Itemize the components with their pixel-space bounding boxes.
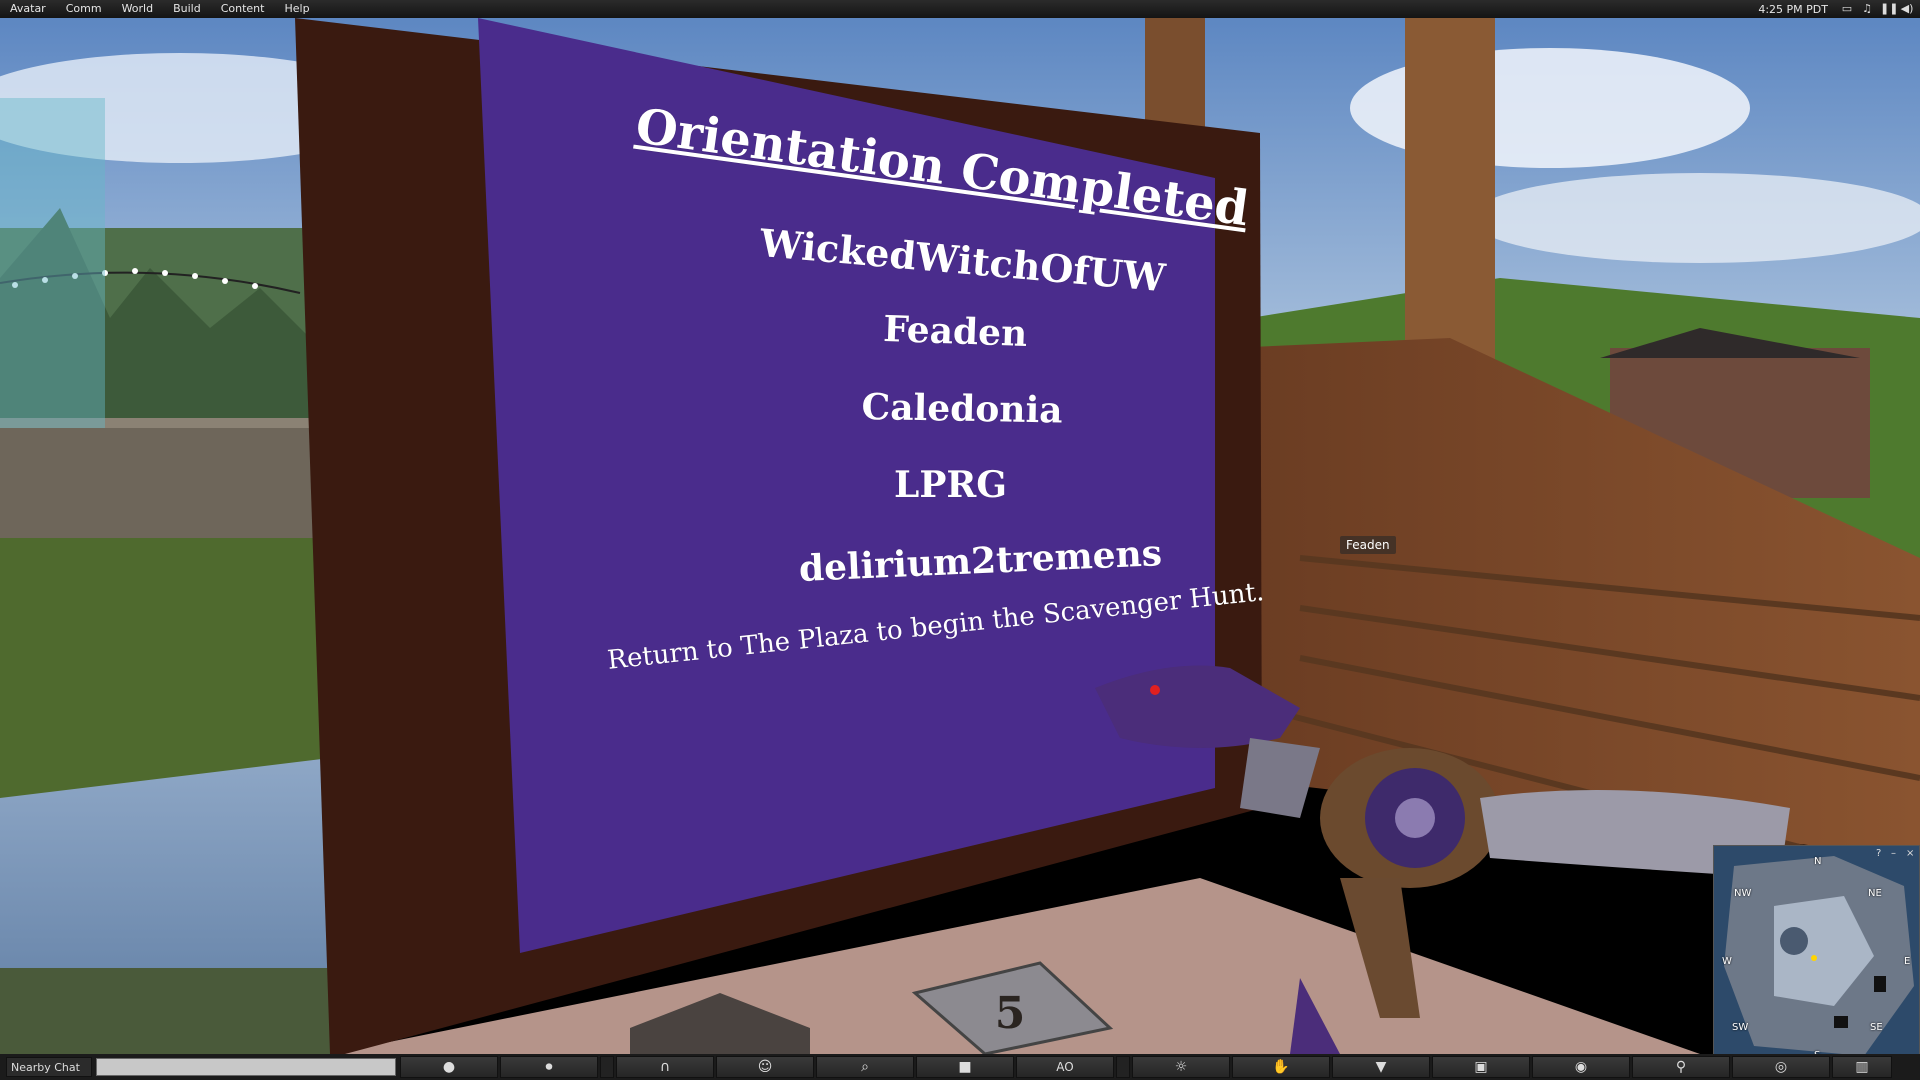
menu-bar: Avatar Comm World Build Content Help 4:2…: [0, 0, 1920, 18]
world-map-button[interactable]: ▥: [1832, 1056, 1892, 1078]
menu-world[interactable]: World: [112, 0, 164, 18]
stone-wall: [0, 418, 330, 548]
compass-ne: NE: [1868, 888, 1882, 899]
minimap-close-icon[interactable]: ×: [1906, 848, 1914, 859]
menu-build[interactable]: Build: [163, 0, 211, 18]
shirt-icon: ▼: [1375, 1059, 1387, 1075]
camera-icon: ■: [958, 1059, 972, 1075]
eye-icon: ◉: [1574, 1059, 1588, 1075]
minimap-help-icon[interactable]: ?: [1876, 848, 1881, 859]
sign-name: Caledonia: [861, 386, 1063, 432]
compass-n: N: [1814, 856, 1822, 867]
ao-button[interactable]: AO: [1016, 1056, 1114, 1078]
speech-bubble-icon: ●: [442, 1059, 456, 1075]
floor-tile-number: 5: [995, 988, 1026, 1039]
ao-label: AO: [1056, 1060, 1074, 1074]
build-icon: ✋: [1272, 1059, 1290, 1075]
radar-icon: ◎: [1774, 1059, 1788, 1075]
search-icon: ⌕: [861, 1059, 869, 1075]
search-button[interactable]: ⌕: [816, 1056, 914, 1078]
people-button[interactable]: ☺: [716, 1056, 814, 1078]
walk-icon: ⚲: [1675, 1059, 1687, 1075]
people-icon: ☺: [757, 1059, 773, 1075]
gestures-button[interactable]: ☼: [1132, 1056, 1230, 1078]
voice-settings-button[interactable]: [600, 1056, 614, 1078]
speak-button[interactable]: ●: [400, 1056, 498, 1078]
monitor-icon[interactable]: ▭: [1840, 3, 1854, 15]
menu-avatar[interactable]: Avatar: [0, 0, 56, 18]
appearance-button[interactable]: ▼: [1332, 1056, 1430, 1078]
menu-comm[interactable]: Comm: [56, 0, 112, 18]
voice-button[interactable]: ⏺: [500, 1056, 598, 1078]
world-viewport[interactable]: 5 Orientation Completed WickedWitchOfUW …: [0, 18, 1920, 1054]
map-icon: ▥: [1855, 1059, 1869, 1075]
pause-icon[interactable]: ❚❚: [1880, 3, 1898, 15]
music-icon[interactable]: ♫: [1860, 3, 1874, 15]
snapshot-button[interactable]: ■: [916, 1056, 1014, 1078]
inventory-button[interactable]: ▣: [1432, 1056, 1530, 1078]
audio-button[interactable]: ∩: [616, 1056, 714, 1078]
menu-help[interactable]: Help: [274, 0, 319, 18]
minimap[interactable]: N NW NE W E SW SE S ? – ×: [1713, 845, 1920, 1065]
volume-icon[interactable]: ◀): [1900, 3, 1914, 15]
menu-content[interactable]: Content: [211, 0, 275, 18]
microphone-icon: ⏺: [545, 1059, 553, 1075]
avatar-name-tag[interactable]: Feaden: [1340, 536, 1396, 554]
nearby-chat-button[interactable]: Nearby Chat: [6, 1057, 92, 1077]
inventory-icon: ▣: [1474, 1059, 1488, 1075]
sign-name: LPRG: [894, 464, 1008, 506]
compass-e: E: [1904, 956, 1911, 967]
clock: 4:25 PM PDT: [1758, 2, 1828, 16]
headphones-icon: ∩: [659, 1059, 671, 1075]
build-button[interactable]: ✋: [1232, 1056, 1330, 1078]
chat-input[interactable]: [96, 1058, 396, 1076]
compass-nw: NW: [1734, 888, 1752, 899]
ao-settings-button[interactable]: [1116, 1056, 1130, 1078]
minimap-minimize-icon[interactable]: –: [1891, 848, 1896, 859]
toolbar-buttons: ● ⏺ ∩ ☺ ⌕ ■ AO ☼ ✋ ▼ ▣ ◉ ⚲ ◎ ▥: [400, 1056, 1892, 1078]
view-button[interactable]: ◉: [1532, 1056, 1630, 1078]
bottom-toolbar: Nearby Chat ● ⏺ ∩ ☺ ⌕ ■ AO ☼ ✋ ▼ ▣ ◉ ⚲ ◎…: [0, 1054, 1920, 1080]
compass-sw: SW: [1732, 1022, 1749, 1033]
gesture-icon: ☼: [1174, 1059, 1188, 1075]
sign-name: Feaden: [882, 308, 1028, 356]
compass-w: W: [1722, 956, 1732, 967]
minimap-button[interactable]: ◎: [1732, 1056, 1830, 1078]
compass-se: SE: [1870, 1022, 1883, 1033]
status-tray: 4:25 PM PDT ▭ ♫ ❚❚ ◀): [1758, 0, 1914, 18]
move-button[interactable]: ⚲: [1632, 1056, 1730, 1078]
grass: [0, 538, 340, 798]
